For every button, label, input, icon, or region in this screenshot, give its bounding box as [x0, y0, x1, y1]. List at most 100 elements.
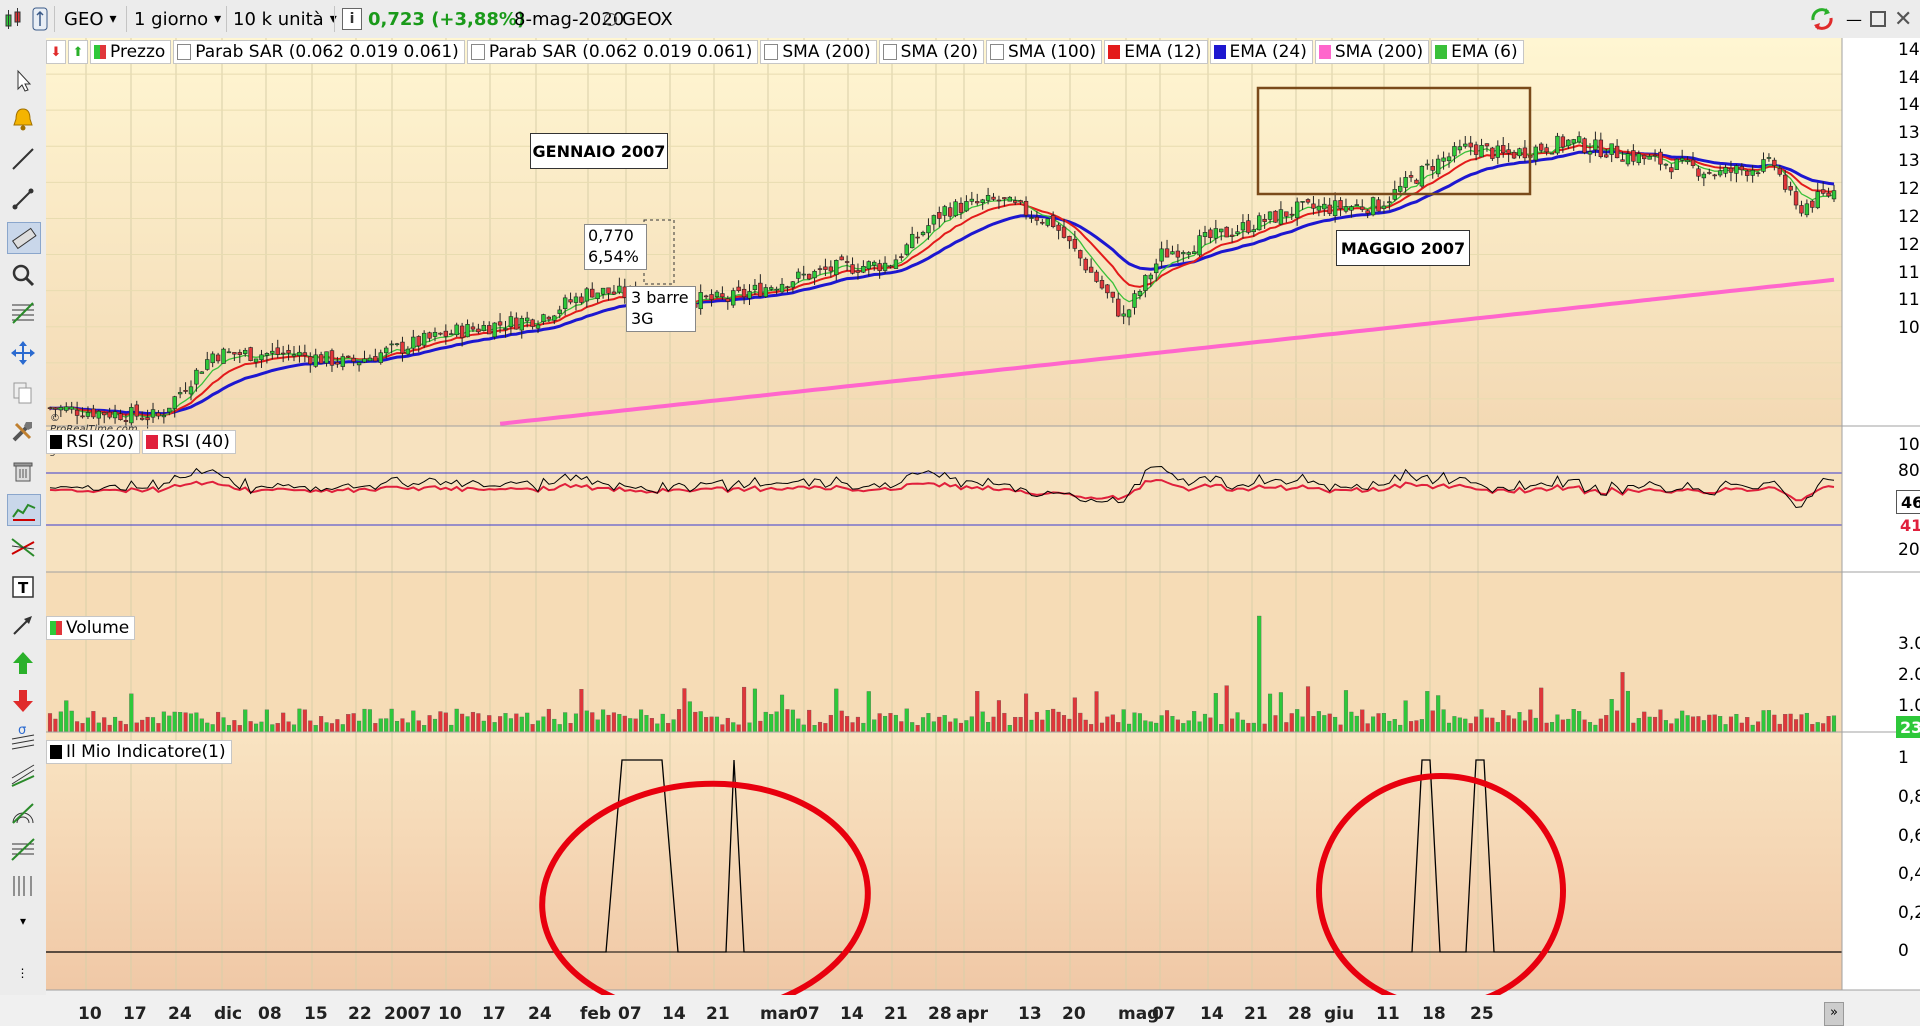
volume-bar — [953, 718, 958, 733]
fib-fan-icon[interactable] — [7, 834, 39, 864]
candle — [205, 359, 210, 370]
volume-bar — [411, 710, 416, 733]
zoom-icon[interactable] — [7, 260, 39, 290]
volume-bar — [1501, 710, 1506, 733]
volume-bar — [1034, 711, 1039, 733]
sell-arrow-icon[interactable] — [7, 686, 39, 716]
indicator-line-icon[interactable] — [7, 494, 41, 526]
more-dots-icon[interactable]: ⋮ — [7, 958, 39, 988]
candle — [389, 343, 394, 346]
units-dropdown[interactable]: 10 k unità — [233, 4, 337, 34]
annotation-gennaio[interactable]: GENNAIO 2007 — [530, 133, 668, 169]
volume-bar — [1674, 718, 1679, 733]
rsi40-value: 41,595 — [1896, 514, 1920, 536]
ruler-icon[interactable] — [7, 222, 41, 254]
legend-sma-20[interactable]: SMA (20) — [878, 40, 984, 64]
trend-line-icon[interactable] — [7, 144, 39, 174]
volume-bar — [1235, 712, 1240, 733]
legend-ema-12[interactable]: EMA (12) — [1104, 40, 1208, 64]
fib-time-icon[interactable] — [7, 870, 39, 900]
buy-arrow-icon[interactable] — [7, 648, 39, 678]
candle — [985, 195, 991, 201]
legend-sma-200[interactable]: SMA (200) — [760, 40, 877, 64]
period-dropdown[interactable]: 1 giorno — [134, 4, 221, 34]
segment-icon[interactable] — [7, 184, 39, 214]
collapse-up-icon[interactable]: ⬆ — [68, 40, 88, 64]
volume-tick: 3.000k — [1898, 634, 1920, 654]
info-icon[interactable]: i — [342, 4, 362, 34]
candle — [541, 314, 546, 323]
arrow-tool-icon[interactable] — [7, 610, 39, 640]
volume-bar — [1593, 724, 1598, 733]
move-icon[interactable] — [7, 338, 39, 368]
volume-bar — [779, 694, 785, 733]
legend-rsi-20[interactable]: RSI (20) — [46, 430, 140, 454]
volume-bar — [1685, 715, 1690, 733]
candle — [335, 362, 340, 365]
volume-bar — [1268, 693, 1273, 733]
volume-bar — [1663, 720, 1668, 733]
x-tick: 10 — [78, 1004, 102, 1024]
chart-svg[interactable] — [46, 38, 1920, 995]
legend-volume[interactable]: Volume — [46, 616, 136, 640]
scroll-right-icon[interactable]: » — [1824, 1002, 1844, 1026]
candle — [497, 321, 503, 326]
volume-bar — [1170, 716, 1175, 733]
candle — [270, 350, 275, 354]
candle — [1153, 263, 1159, 274]
legend-rsi-40[interactable]: RSI (40) — [141, 430, 236, 454]
volume-bar — [1587, 722, 1593, 733]
candle — [1614, 145, 1620, 159]
legend-indicator[interactable]: Il Mio Indicatore(1) — [46, 740, 232, 764]
candle — [590, 288, 595, 298]
more-tools-icon[interactable]: ▾ — [7, 906, 39, 936]
fib-arc-icon[interactable] — [7, 798, 39, 828]
volume-bar — [752, 688, 757, 733]
tools-icon[interactable] — [7, 416, 39, 446]
pointer-icon[interactable] — [7, 66, 39, 96]
legend-parab-sar-1[interactable]: Parab SAR (0.062 0.019 0.061) — [173, 40, 465, 64]
candle — [1343, 206, 1349, 212]
candle — [1745, 170, 1750, 176]
legend-parab-sar-2[interactable]: Parab SAR (0.062 0.019 0.061) — [466, 40, 759, 64]
volume-bar — [1067, 718, 1072, 733]
candle — [1267, 211, 1273, 220]
copy-icon[interactable] — [7, 378, 39, 408]
volume-bar — [1560, 719, 1565, 733]
candle — [535, 324, 541, 329]
legend-ema-24[interactable]: EMA (24) — [1209, 40, 1313, 64]
restore-icon[interactable] — [1870, 4, 1886, 34]
volume-bar — [389, 708, 394, 733]
legend-ema-6[interactable]: EMA (6) — [1431, 40, 1524, 64]
candle — [1739, 166, 1745, 171]
volume-bar — [541, 716, 546, 733]
candle — [1755, 172, 1761, 175]
annotation-maggio[interactable]: MAGGIO 2007 — [1336, 230, 1470, 266]
volume-bar — [1154, 722, 1159, 733]
price-tick: 14 — [1898, 95, 1920, 115]
candle — [915, 236, 920, 239]
close-icon[interactable]: ✕ — [1894, 4, 1912, 34]
collapse-down-icon[interactable]: ⬇ — [46, 40, 66, 64]
trash-icon[interactable] — [7, 456, 39, 486]
volume-bar — [156, 723, 161, 733]
std-deviation-icon[interactable]: σ — [7, 722, 39, 752]
legend-sma-100[interactable]: SMA (100) — [985, 40, 1103, 64]
volume-bar — [731, 722, 736, 733]
link-icon[interactable] — [30, 4, 50, 34]
symbol-dropdown[interactable]: GEO — [64, 4, 117, 34]
candle — [1804, 203, 1810, 216]
alert-bell-icon[interactable] — [7, 104, 39, 134]
channel-icon[interactable] — [7, 532, 39, 562]
price-tick: 12,8 — [1898, 179, 1920, 199]
minimize-icon[interactable]: — — [1846, 4, 1862, 34]
candle — [888, 265, 893, 268]
legend-sma-200-pink[interactable]: SMA (200) — [1314, 40, 1430, 64]
candle-chart-icon[interactable] — [4, 4, 24, 34]
text-tool-icon[interactable]: T — [7, 572, 39, 602]
legend-prezzo[interactable]: Prezzo — [90, 40, 172, 64]
fibonacci-icon[interactable] — [7, 298, 39, 328]
candle — [1164, 248, 1170, 258]
refresh-icon[interactable] — [1808, 4, 1836, 34]
regression-icon[interactable] — [7, 760, 39, 790]
